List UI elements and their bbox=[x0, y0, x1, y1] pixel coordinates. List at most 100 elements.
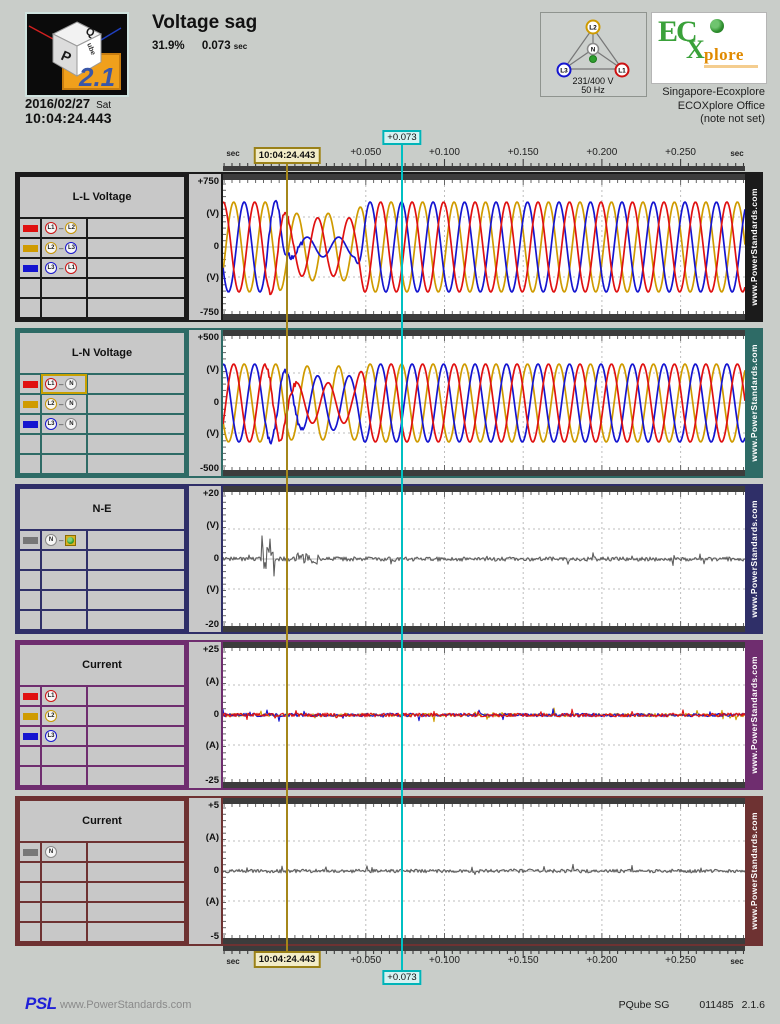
phasor-l3-label: L3 bbox=[560, 68, 568, 75]
globe-icon bbox=[710, 19, 724, 33]
y-axis-labels: +500 (V) 0 (V) -500 bbox=[189, 330, 221, 476]
device-model: PQube SG bbox=[618, 999, 670, 1011]
legend-swatch-cell bbox=[20, 863, 40, 881]
y-axis-label: 0 bbox=[213, 865, 219, 876]
series-color-swatch bbox=[22, 244, 38, 252]
y-axis-label: (V) bbox=[206, 584, 219, 595]
waveform-plot bbox=[223, 330, 745, 476]
firmware-version: 2.1.6 bbox=[741, 999, 765, 1011]
axis-tick-label: +0.150 bbox=[507, 147, 539, 158]
y-axis-label: +5 bbox=[208, 800, 219, 811]
sag-duration: 0.073 bbox=[201, 40, 231, 52]
watermark: www.PowerStandards.com bbox=[747, 174, 761, 320]
footer-device-info: PQube SG 011485 2.1.6 bbox=[619, 999, 765, 1011]
waveform-plot bbox=[223, 798, 745, 944]
legend-channel-cell bbox=[42, 863, 86, 881]
legend-spare-cell bbox=[88, 923, 184, 941]
legend-channel-cell bbox=[42, 299, 86, 317]
series-color-swatch bbox=[22, 400, 38, 408]
legend-swatch-cell bbox=[20, 219, 40, 237]
series-color-swatch bbox=[22, 712, 38, 720]
y-axis-label: +25 bbox=[202, 644, 219, 655]
series-color-swatch bbox=[22, 848, 38, 856]
legend-channel-cell bbox=[42, 611, 86, 629]
legend-channel-cell: N – bbox=[42, 531, 86, 549]
legend-spare-cell bbox=[88, 611, 184, 629]
legend-spare-cell bbox=[88, 687, 184, 705]
legend-channel-cell: L3 bbox=[42, 727, 86, 745]
legend-spare-cell bbox=[88, 415, 184, 433]
psl-logo: PSL bbox=[25, 994, 57, 1013]
legend-channel-cell bbox=[42, 591, 86, 609]
waveform-panel: Current L1 L2 L3 +25 (A) 0 (A) -25 www.PowerSt… bbox=[15, 640, 763, 790]
watermark: www.PowerStandards.com bbox=[747, 798, 761, 944]
watermark: www.PowerStandards.com bbox=[747, 330, 761, 476]
y-axis-labels: +25 (A) 0 (A) -25 bbox=[189, 642, 221, 788]
channel-badge: N bbox=[45, 846, 57, 858]
site-info: Singapore-Ecoxplore ECOXplore Office (no… bbox=[662, 86, 765, 127]
legend-channel-cell: L2– N bbox=[42, 395, 86, 413]
legend-swatch-cell bbox=[20, 455, 40, 473]
y-axis-label: (V) bbox=[206, 208, 219, 219]
y-axis-label: -5 bbox=[210, 931, 219, 942]
y-axis-label: (V) bbox=[206, 364, 219, 375]
y-axis-label: (A) bbox=[205, 896, 219, 907]
event-start-line bbox=[286, 164, 289, 952]
axis-tick-label: +0.200 bbox=[586, 147, 618, 158]
legend-swatch-cell bbox=[20, 375, 40, 393]
legend-channel-cell bbox=[42, 747, 86, 765]
legend-spare-cell bbox=[88, 727, 184, 745]
site-location: ECOXplore Office bbox=[677, 99, 765, 112]
legend-channel-cell bbox=[42, 279, 86, 297]
channel-badge: L3 bbox=[65, 242, 78, 254]
y-axis-label: (A) bbox=[205, 832, 219, 843]
watermark: www.PowerStandards.com bbox=[747, 486, 761, 632]
legend-channel-cell bbox=[42, 435, 86, 453]
axis-tick-label: +0.250 bbox=[665, 147, 696, 158]
site-note: (note not set) bbox=[700, 113, 765, 125]
legend-spare-cell bbox=[88, 883, 184, 901]
legend-swatch-cell bbox=[20, 239, 40, 257]
event-time-label-bottom: 10:04:24.443 bbox=[253, 951, 321, 968]
legend-spare-cell bbox=[88, 903, 184, 921]
legend-spare-cell bbox=[88, 843, 184, 861]
panel-legend: L-N Voltage L1– N L2– N L3– N bbox=[17, 330, 187, 476]
legend-spare-cell bbox=[88, 279, 184, 297]
cursor-line bbox=[400, 145, 403, 971]
watermark: www.PowerStandards.com bbox=[747, 642, 761, 788]
legend-channel-cell bbox=[42, 551, 86, 569]
legend-swatch-cell bbox=[20, 279, 40, 297]
series-color-swatch bbox=[22, 224, 38, 232]
y-axis-labels: +20 (V) 0 (V) -20 bbox=[189, 486, 221, 632]
legend-channel-cell bbox=[42, 883, 86, 901]
site-name: Singapore-Ecoxplore bbox=[662, 86, 765, 98]
phasor-l2-label: L2 bbox=[589, 25, 597, 32]
nominal-frequency: 50 Hz bbox=[581, 85, 605, 94]
legend-channel-cell bbox=[42, 923, 86, 941]
legend-swatch-cell bbox=[20, 707, 40, 725]
legend-spare-cell bbox=[88, 767, 184, 785]
legend-swatch-cell bbox=[20, 435, 40, 453]
y-axis-label: +750 bbox=[197, 176, 219, 187]
legend-swatch-cell bbox=[20, 883, 40, 901]
legend-swatch-cell bbox=[20, 299, 40, 317]
legend-swatch-cell bbox=[20, 571, 40, 589]
legend-spare-cell bbox=[88, 591, 184, 609]
footer-url: www.PowerStandards.com bbox=[60, 999, 192, 1011]
legend-spare-cell bbox=[88, 395, 184, 413]
axis-tick-label: +0.250 bbox=[665, 955, 696, 966]
legend-channel-cell: N bbox=[42, 843, 86, 861]
y-axis-label: -750 bbox=[199, 307, 219, 318]
panel-title: L-N Voltage bbox=[20, 333, 184, 373]
legend-spare-cell bbox=[88, 747, 184, 765]
legend-swatch-cell bbox=[20, 727, 40, 745]
channel-badge: L3 bbox=[45, 262, 57, 274]
legend-channel-cell bbox=[42, 767, 86, 785]
legend-swatch-cell bbox=[20, 687, 40, 705]
event-title: Voltage sag bbox=[152, 12, 258, 33]
axis-unit-label: sec bbox=[226, 957, 240, 966]
series-color-swatch bbox=[22, 420, 38, 428]
legend-swatch-cell bbox=[20, 767, 40, 785]
legend-channel-cell: L2– L3 bbox=[42, 239, 86, 257]
axis-tick-label: +0.050 bbox=[350, 955, 382, 966]
